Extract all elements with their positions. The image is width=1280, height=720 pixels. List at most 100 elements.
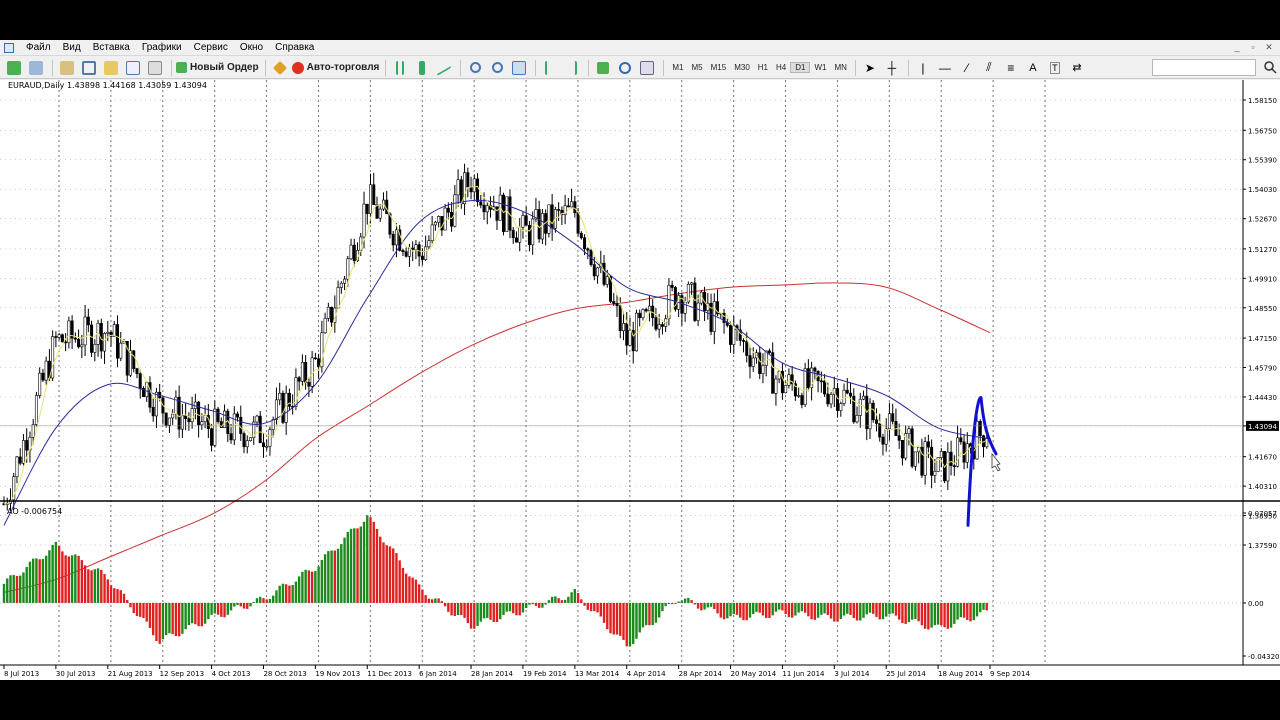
text-tool-button[interactable]: A [1023, 59, 1043, 77]
zoom-in-button[interactable] [465, 59, 485, 77]
candle-body [249, 437, 253, 441]
menu-help[interactable]: Справка [269, 41, 320, 55]
ao-bar [589, 602, 593, 612]
menu-file[interactable]: Файл [20, 41, 57, 55]
navigator-button[interactable] [101, 59, 121, 77]
ao-bar [560, 600, 564, 603]
ao-bar [593, 602, 596, 612]
ao-bar [570, 592, 573, 603]
candle-body [797, 395, 801, 397]
ao-bar [518, 602, 521, 616]
channel-button[interactable]: ⫽ [979, 59, 999, 77]
fibonacci-button[interactable]: ≡ [1001, 59, 1021, 77]
timeframe-h1[interactable]: H1 [754, 63, 772, 72]
horizontal-line-icon: — [938, 60, 951, 75]
tile-windows-button[interactable] [509, 59, 529, 77]
toolbar-separator [385, 59, 387, 76]
app-icon[interactable] [4, 42, 14, 53]
candle-body [878, 423, 882, 438]
timeframe-d1[interactable]: D1 [790, 62, 811, 73]
ao-bar [696, 602, 700, 609]
price-chart[interactable]: 1.58150 1.56750 1.55390 1.54030 1.52670 1.512… [0, 80, 1280, 680]
arrows-tool-button[interactable]: ⇄ [1067, 59, 1087, 77]
menu-insert[interactable]: Вставка [87, 41, 136, 55]
experts-button[interactable] [270, 59, 290, 77]
candle-body [200, 421, 204, 426]
indicators-button[interactable] [593, 59, 613, 77]
auto-trading-button[interactable]: Авто-торговля [291, 59, 379, 77]
restore-button[interactable]: ▫ [1246, 41, 1260, 53]
terminal-button[interactable] [123, 59, 143, 77]
ao-bar [301, 571, 304, 603]
candle-body [154, 391, 158, 417]
close-button[interactable]: ✕ [1262, 41, 1276, 53]
ao-bar [249, 602, 252, 607]
line-chart-button[interactable] [434, 59, 454, 77]
new-chart-button[interactable] [4, 59, 24, 77]
ao-bar [142, 602, 145, 619]
timeframe-m30[interactable]: M30 [730, 63, 754, 72]
candle-body [641, 309, 645, 319]
ao-bar [917, 602, 920, 622]
candle-chart-button[interactable] [412, 59, 432, 77]
ao-bar [635, 602, 638, 639]
timeframe-m1[interactable]: M1 [668, 63, 687, 72]
ao-bar [440, 601, 444, 603]
candle-body [424, 246, 428, 260]
market-watch-button[interactable] [57, 59, 77, 77]
timeframe-w1[interactable]: W1 [810, 63, 830, 72]
autoscroll-button[interactable] [562, 59, 582, 77]
menu-view[interactable]: Вид [57, 41, 87, 55]
ao-bar [820, 602, 823, 615]
horizontal-line-button[interactable]: — [935, 59, 955, 77]
new-order-button[interactable]: Новый Ордер [176, 59, 259, 77]
candle-body [281, 392, 285, 423]
minimize-button[interactable]: _ [1230, 41, 1244, 53]
search-input[interactable] [1152, 59, 1256, 76]
menu-tools[interactable]: Сервис [188, 41, 234, 55]
date-tick-label: 3 Jul 2014 [834, 670, 870, 678]
candle-body [404, 251, 408, 257]
ao-bar [768, 602, 771, 619]
bar-chart-button[interactable] [390, 59, 410, 77]
templates-button[interactable] [637, 59, 657, 77]
candle-body [25, 440, 29, 451]
search-icon[interactable] [1262, 59, 1278, 75]
crosshair-tool-button[interactable]: ┼ [882, 59, 902, 77]
data-window-button[interactable] [79, 59, 99, 77]
timeframe-mn[interactable]: MN [830, 63, 850, 72]
tester-button[interactable] [145, 59, 165, 77]
ao-bar [372, 521, 375, 603]
ao-bar [940, 602, 943, 626]
trendline-button[interactable]: ⁄ [957, 59, 977, 77]
price-tick-label: 1.43094 [1248, 423, 1277, 431]
vertical-line-button[interactable]: | [913, 59, 933, 77]
candle-body [232, 413, 236, 441]
profiles-button[interactable] [26, 59, 46, 77]
candle-body [690, 282, 694, 285]
timeframe-m15[interactable]: M15 [707, 63, 731, 72]
ao-bar [875, 602, 878, 617]
timeframe-m5[interactable]: M5 [688, 63, 707, 72]
timeframe-h4[interactable]: H4 [772, 63, 790, 72]
chart-window[interactable]: 1.58150 1.56750 1.55390 1.54030 1.52670 1.512… [0, 80, 1280, 680]
templates-icon [640, 60, 655, 75]
ao-bar [534, 602, 538, 606]
ao-bar [456, 602, 460, 616]
candle-body [670, 284, 674, 288]
zoom-out-button[interactable] [487, 59, 507, 77]
candle-body [77, 338, 81, 348]
periods-button[interactable] [615, 59, 635, 77]
ao-bar [943, 602, 946, 628]
ao-bar [670, 602, 674, 605]
price-tick-label: 1.37590 [1248, 542, 1277, 550]
label-tool-button[interactable]: T [1045, 59, 1065, 77]
menu-window[interactable]: Окно [234, 41, 269, 55]
cursor-tool-button[interactable]: ➤ [860, 59, 880, 77]
ao-bar [619, 602, 622, 636]
ao-bar [109, 585, 113, 603]
ao-bar [327, 551, 330, 603]
ao-bar [330, 550, 333, 603]
chart-shift-button[interactable] [540, 59, 560, 77]
menu-charts[interactable]: Графики [136, 41, 188, 55]
